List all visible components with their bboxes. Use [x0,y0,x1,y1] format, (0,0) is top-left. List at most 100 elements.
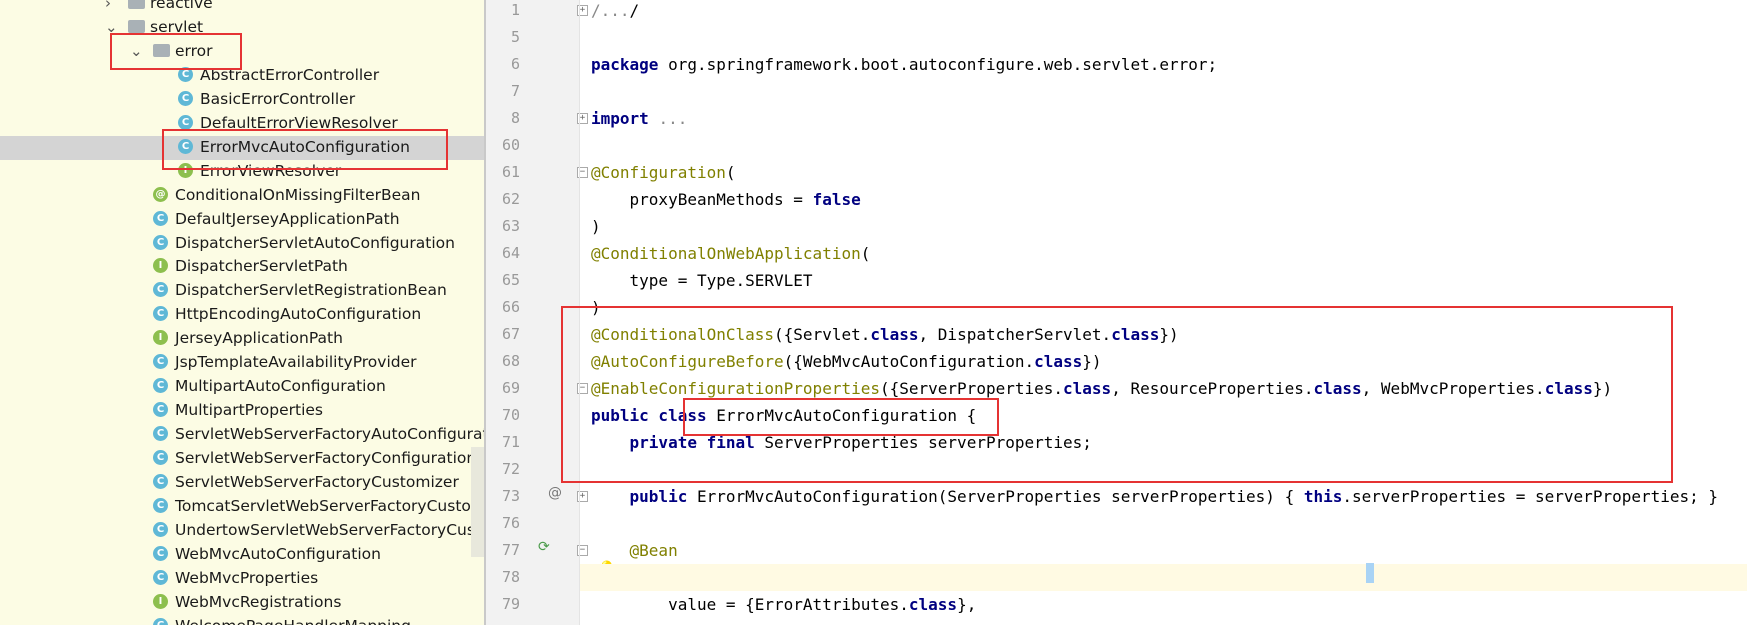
tree-item[interactable]: C ServletWebServerFactoryConfiguration [0,447,484,471]
tree-item-label: TomcatServletWebServerFactoryCustomiz [175,496,484,515]
line-number: 62 [501,190,520,208]
interface-icon: I [153,330,168,346]
line-number: 60 [501,136,520,154]
line-number: 80 [486,618,520,625]
folder-icon [128,19,145,33]
current-line-highlight [580,564,1747,591]
tree-item-label: HttpEncodingAutoConfiguration [175,305,422,324]
bean-gutter-icon[interactable]: ⟳ [538,538,550,556]
line-number: 68 [501,352,520,370]
class-icon: C [153,306,168,322]
class-icon: C [153,450,168,466]
tree-item[interactable]: C DispatcherServletRegistrationBean [0,279,484,303]
folder-icon [128,0,145,9]
interface-icon: I [153,593,168,609]
tree-item-label: WebMvcProperties [175,568,319,587]
tree-item-label: WelcomePageHandlerMapping [175,615,411,625]
tree-item[interactable]: C JspTemplateAvailabilityProvider [0,351,484,375]
brace-match-highlight [1366,563,1374,583]
tree-item-label: UndertowServletWebServerFactoryCuston [175,520,484,539]
line-number: 6 [510,55,520,73]
highlight-box-selected-class [162,129,448,170]
class-icon: C [178,90,193,106]
code-line: @Bean [629,541,678,560]
tree-item-label: JspTemplateAvailabilityProvider [175,353,417,372]
line-number: 1 [510,1,520,19]
class-icon: C [153,545,168,561]
line-number: 71 [501,433,520,451]
highlight-box-error-folder [110,33,242,70]
tree-item[interactable]: C MultipartAutoConfiguration [0,375,484,399]
line-number: 79 [501,595,520,613]
override-marker-icon[interactable]: @ [548,484,562,502]
tree-item[interactable]: ⌄ error [0,40,484,64]
line-number: 5 [510,28,520,46]
line-number: 7 [510,82,520,100]
project-tree[interactable]: › reactive ⌄ servlet ⌄ error C AbstractErrorCon… [0,0,484,625]
line-number: 72 [501,460,520,478]
tree-item[interactable]: C WebMvcProperties [0,567,484,591]
class-icon: C [153,210,168,226]
class-icon: C [153,426,168,442]
class-icon: C [153,521,168,537]
tree-item[interactable]: C DefaultJerseyApplicationPath [0,208,484,232]
class-icon: C [153,234,168,250]
tree-item[interactable]: I WebMvcRegistrations [0,591,484,615]
tree-item[interactable]: C HttpEncodingAutoConfiguration [0,303,484,327]
interface-icon: I [153,258,168,274]
tree-item-label: BasicErrorController [200,89,356,108]
code-line: @Configuration( [591,163,736,182]
tree-item-label: reactive [150,0,213,12]
tree-item[interactable]: C WelcomePageHandlerMapping [0,615,484,625]
line-number: 65 [501,271,520,289]
tree-item[interactable]: I JerseyApplicationPath [0,327,484,351]
code-line: search = SearchStrategy.CURRENT [591,618,967,625]
tree-item[interactable]: @ ConditionalOnMissingFilterBean [0,184,484,208]
class-icon: C [153,474,168,489]
code-line: value = {ErrorAttributes.class}, [591,595,977,614]
line-number: 8 [510,109,520,127]
class-icon: C [153,378,168,394]
code-line: package org.springframework.boot.autocon… [591,55,1218,74]
tree-item[interactable]: C ServletWebServerFactoryCustomizer [0,471,484,495]
tree-item[interactable]: › reactive [0,0,484,16]
code-line: proxyBeanMethods = false [591,190,861,209]
line-number: 77 [501,541,520,559]
code-line: import ... [591,109,688,128]
tree-item[interactable]: I DispatcherServletPath [0,255,484,279]
code-line: /.../ [591,1,640,20]
line-number: 61 [501,163,520,181]
tree-item[interactable]: C BasicErrorController [0,88,484,112]
code-line: @ConditionalOnWebApplication( [591,244,871,263]
highlight-box-class-name [683,398,999,436]
class-icon: C [153,354,168,370]
tree-item-label: ConditionalOnMissingFilterBean [175,185,421,204]
class-icon: C [153,497,168,513]
line-number: 78 [501,568,520,586]
class-icon: C [153,569,168,585]
tree-item[interactable]: C MultipartProperties [0,399,484,423]
chevron-right-icon[interactable]: › [105,0,111,13]
class-icon: C [153,282,168,298]
tree-item[interactable]: C UndertowServletWebServerFactoryCuston [0,519,484,543]
tree-item[interactable]: ⌄ servlet [0,16,484,40]
code-line: ) [591,217,601,236]
class-icon: C [178,114,193,130]
tree-item-label: DispatcherServletRegistrationBean [175,281,447,300]
tree-item[interactable]: C TomcatServletWebServerFactoryCustomiz [0,495,484,519]
line-number: 67 [501,325,520,343]
tree-item-label: DispatcherServletAutoConfiguration [175,233,455,252]
code-line: public ErrorMvcAutoConfiguration(ServerP… [629,487,1719,506]
tree-item-label: JerseyApplicationPath [175,329,343,348]
line-number: 69 [501,379,520,397]
tree-scrollbar[interactable] [471,447,484,557]
line-number: 63 [501,217,520,235]
tree-item[interactable]: C DispatcherServletAutoConfiguration [0,232,484,256]
line-number: 73 [501,487,520,505]
tree-item[interactable]: C AbstractErrorController [0,64,484,88]
tree-item[interactable]: C ServletWebServerFactoryAutoConfiguratio [0,423,484,447]
tree-item[interactable]: C WebMvcAutoConfiguration [0,543,484,567]
highlight-box-class-block [561,306,1673,483]
tree-item-label: DispatcherServletPath [175,257,348,276]
annotation-icon: @ [153,186,168,202]
